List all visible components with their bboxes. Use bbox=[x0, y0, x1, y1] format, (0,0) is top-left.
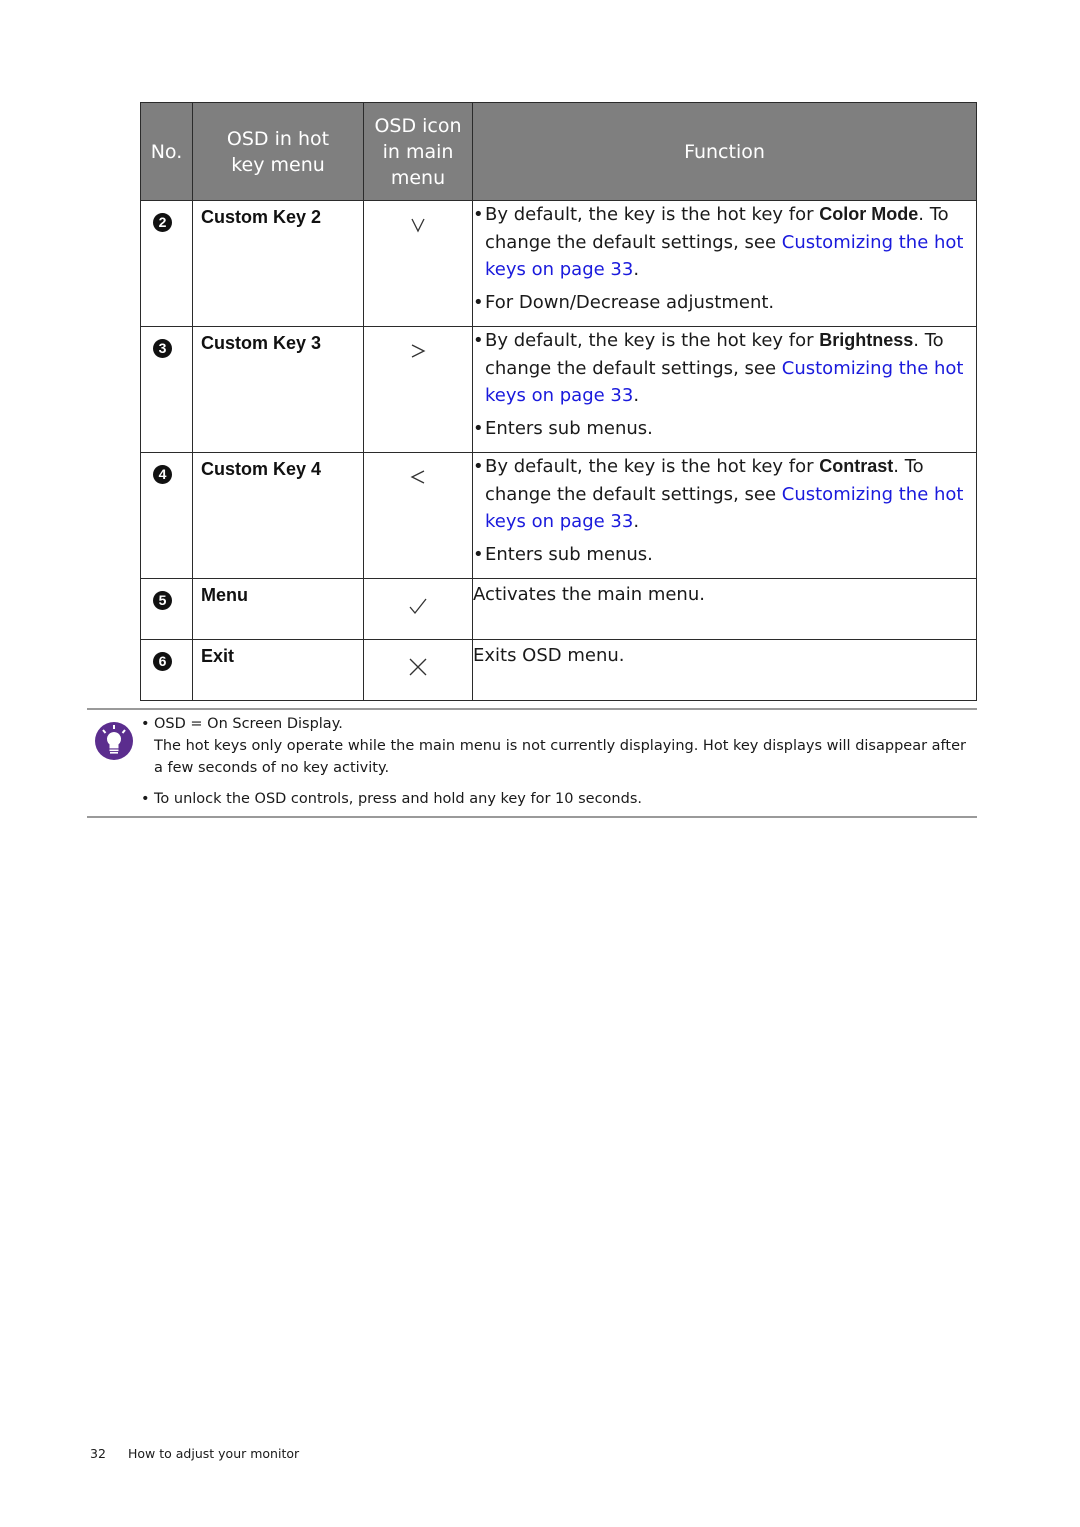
row-number-badge: 3 bbox=[153, 339, 172, 358]
page-footer: 32 How to adjust your monitor bbox=[90, 1446, 299, 1461]
function-bullet: For Down/Decrease adjustment. bbox=[473, 289, 976, 317]
function-bullet: By default, the key is the hot key for B… bbox=[473, 327, 976, 410]
row-number-badge: 6 bbox=[153, 652, 172, 671]
header-function: Function bbox=[472, 102, 977, 201]
function-bullet: By default, the key is the hot key for C… bbox=[473, 201, 976, 284]
header-no: No. bbox=[140, 102, 193, 201]
table-row: 6 Exit Exits OSD menu. bbox=[140, 639, 977, 701]
chevron-down-icon bbox=[411, 218, 425, 233]
close-icon bbox=[409, 658, 427, 676]
row-number-badge: 2 bbox=[153, 213, 172, 232]
function-cell: Activates the main menu. bbox=[472, 578, 977, 640]
function-text: Activates the main menu. bbox=[473, 584, 705, 605]
function-cell: By default, the key is the hot key for C… bbox=[472, 452, 977, 579]
chevron-right-icon bbox=[411, 344, 426, 358]
function-bullet: Enters sub menus. bbox=[473, 541, 976, 569]
function-cell: Exits OSD menu. bbox=[472, 639, 977, 701]
osd-key-name: Menu bbox=[201, 585, 248, 605]
osd-key-name: Custom Key 2 bbox=[201, 207, 322, 227]
table-row: 3 Custom Key 3 By default, the key is th… bbox=[140, 326, 977, 453]
header-osd-hot-key: OSD in hot key menu bbox=[192, 102, 364, 201]
row-number-badge: 5 bbox=[153, 591, 172, 610]
osd-key-name: Custom Key 3 bbox=[201, 333, 322, 353]
table-row: 2 Custom Key 2 By default, the key is th… bbox=[140, 200, 977, 327]
checkmark-icon bbox=[409, 598, 427, 615]
function-bullet: By default, the key is the hot key for C… bbox=[473, 453, 976, 536]
note-text: OSD = On Screen Display. The hot keys on… bbox=[141, 713, 971, 810]
page-number: 32 bbox=[90, 1446, 106, 1461]
note-bullet: To unlock the OSD controls, press and ho… bbox=[141, 788, 971, 810]
function-cell: By default, the key is the hot key for C… bbox=[472, 200, 977, 327]
section-title: How to adjust your monitor bbox=[128, 1446, 300, 1461]
lightbulb-icon bbox=[95, 722, 133, 760]
row-number-badge: 4 bbox=[153, 465, 172, 484]
table-header-row: No. OSD in hot key menu OSD icon in main… bbox=[140, 102, 977, 201]
function-text: Exits OSD menu. bbox=[473, 645, 625, 666]
osd-hotkey-table: No. OSD in hot key menu OSD icon in main… bbox=[140, 102, 977, 701]
table-row: 5 Menu Activates the main menu. bbox=[140, 578, 977, 640]
osd-key-name: Exit bbox=[201, 646, 235, 666]
header-osd-icon: OSD icon in main menu bbox=[363, 102, 473, 201]
function-cell: By default, the key is the hot key for B… bbox=[472, 326, 977, 453]
osd-key-name: Custom Key 4 bbox=[201, 459, 322, 479]
note-bullet: OSD = On Screen Display. The hot keys on… bbox=[141, 713, 971, 779]
chevron-left-icon bbox=[410, 470, 425, 484]
table-row: 4 Custom Key 4 By default, the key is th… bbox=[140, 452, 977, 579]
function-bullet: Enters sub menus. bbox=[473, 415, 976, 443]
note-box: OSD = On Screen Display. The hot keys on… bbox=[87, 708, 977, 818]
